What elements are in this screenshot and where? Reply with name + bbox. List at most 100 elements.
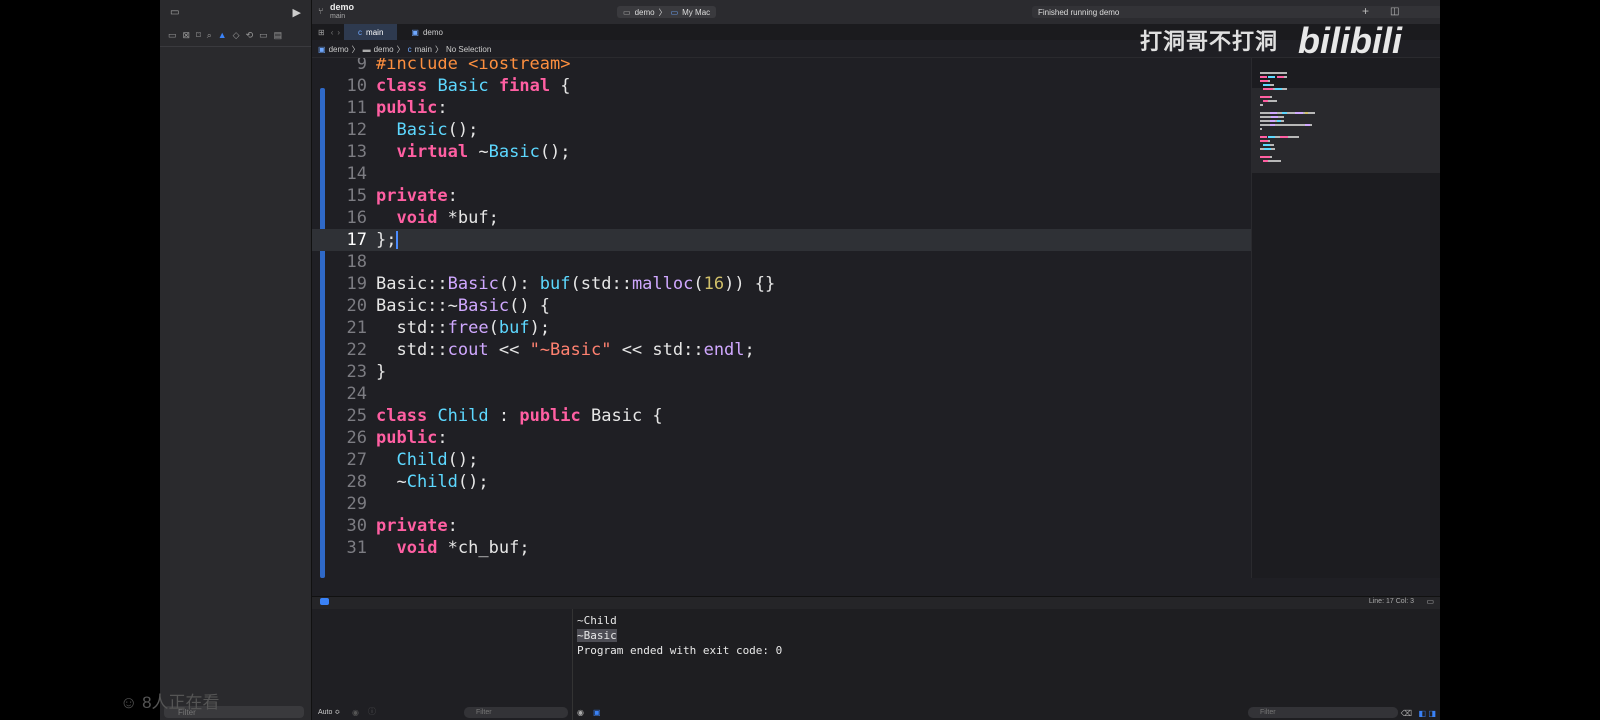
code-line[interactable]: 28 ~Child(); xyxy=(312,471,1251,493)
run-button[interactable]: ▶ xyxy=(293,6,301,19)
navigator-selector: ▭ ⊠ ⌑ ⌕ ▲ ◇ ⟲ ▭ ▤ xyxy=(160,24,311,47)
minimap-token xyxy=(1282,88,1287,90)
code-line[interactable]: 24 xyxy=(312,383,1251,405)
minimap-token xyxy=(1292,124,1305,126)
scheme-selector[interactable]: ▭ demo 〉 ▭ My Mac xyxy=(617,6,717,18)
code-line[interactable]: 10 class Basic final { xyxy=(312,75,1251,97)
eye-icon[interactable]: ◉ xyxy=(577,708,584,717)
minimap-token xyxy=(1268,160,1281,162)
code-line[interactable]: 16 void *buf; xyxy=(312,207,1251,229)
code-line[interactable]: 21 std::free(buf); xyxy=(312,317,1251,339)
minimap-token xyxy=(1264,148,1272,150)
debug-bar: Line: 17 Col: 3 ▭ xyxy=(312,596,1440,609)
code-line[interactable]: 17}; xyxy=(312,229,1251,251)
breakpoint-icon[interactable]: ▭ xyxy=(259,30,268,41)
code-line[interactable]: 19 Basic::Basic(): buf(std::malloc(16)) {… xyxy=(312,273,1251,295)
minimap-token xyxy=(1268,100,1277,102)
eye-icon[interactable]: ◉ xyxy=(352,708,359,717)
back-icon[interactable]: ‹ xyxy=(331,28,334,37)
split-left-icon[interactable]: ◧ xyxy=(1418,709,1426,718)
variables-mode-select[interactable]: Auto ≎ xyxy=(318,708,340,716)
line-number: 9 xyxy=(356,58,367,74)
code-line[interactable]: 11 public: xyxy=(312,97,1251,119)
bookmark-icon[interactable]: ⌑ xyxy=(196,30,201,41)
line-number: 29 xyxy=(346,494,367,514)
code-text: std::free(buf); xyxy=(376,318,551,338)
add-icon[interactable]: + xyxy=(1362,4,1369,18)
code-line[interactable]: 30 private: xyxy=(312,515,1251,537)
grid-icon[interactable]: ⊞ xyxy=(318,28,325,37)
minimap-token xyxy=(1260,80,1269,82)
code-line[interactable]: 14 xyxy=(312,163,1251,185)
code-line[interactable]: 27 Child(); xyxy=(312,449,1251,471)
code-line[interactable]: 20 Basic::~Basic() { xyxy=(312,295,1251,317)
inspector-toggle-icon[interactable]: ◫ xyxy=(1390,6,1399,17)
line-number: 20 xyxy=(346,296,367,316)
split-right-icon[interactable]: ◨ xyxy=(1428,709,1436,718)
debug-icon[interactable]: ⟲ xyxy=(246,30,254,41)
breadcrumb-folder[interactable]: demo xyxy=(374,45,394,54)
code-line[interactable]: 26 public: xyxy=(312,427,1251,449)
tab-demo-label: demo xyxy=(422,27,443,37)
code-line[interactable]: 23} xyxy=(312,361,1251,383)
minimap-token xyxy=(1288,136,1300,138)
issue-icon[interactable]: ▲ xyxy=(218,30,227,40)
line-number: 30 xyxy=(346,516,367,536)
code-text: private: xyxy=(376,186,458,206)
minimap[interactable] xyxy=(1251,58,1440,578)
source-editor[interactable]: 9 #include <iostream> 10 class Basic final … xyxy=(312,58,1251,578)
variables-filter-field[interactable]: Filter xyxy=(464,707,568,718)
test-icon[interactable]: ◇ xyxy=(233,30,240,41)
info-icon[interactable]: ⓘ xyxy=(368,706,376,717)
console-filter-field[interactable]: Filter xyxy=(1248,707,1398,718)
console-toggle-icon[interactable]: ▭ xyxy=(1426,597,1434,606)
minimap-token xyxy=(1260,72,1287,74)
source-control-icon[interactable]: ⊠ xyxy=(183,30,191,41)
code-line[interactable]: 31 void *ch_buf; xyxy=(312,537,1251,559)
minimap-token xyxy=(1295,112,1304,114)
minimap-token xyxy=(1260,156,1270,158)
code-text: virtual ~Basic(); xyxy=(396,142,571,162)
code-line[interactable]: 15 private: xyxy=(312,185,1251,207)
code-line[interactable]: 29 xyxy=(312,493,1251,515)
line-number: 14 xyxy=(346,164,367,184)
viewers-icon: ☺ xyxy=(120,693,138,712)
sidebar-toggle-icon[interactable]: ▭ xyxy=(170,7,179,18)
clear-icon[interactable]: ▣ xyxy=(593,708,601,717)
breadcrumb-file[interactable]: main xyxy=(415,45,432,54)
code-line[interactable]: 12 Basic(); xyxy=(312,119,1251,141)
code-line[interactable]: 18 xyxy=(312,251,1251,273)
code-text: class Basic final { xyxy=(376,76,571,96)
project-icon: ▣ xyxy=(411,27,419,37)
console-output[interactable]: ~Child ~Basic Program ended with exit co… xyxy=(573,609,1440,720)
code-text: }; xyxy=(376,230,399,250)
code-line[interactable]: 22 std::cout << "~Basic" << std::endl; xyxy=(312,339,1251,361)
breadcrumb-symbol[interactable]: No Selection xyxy=(446,45,491,54)
folder-icon[interactable]: ▭ xyxy=(168,30,177,41)
console-line: ~Basic xyxy=(577,629,617,642)
code-line[interactable]: 9 #include <iostream> xyxy=(312,58,1251,75)
report-icon[interactable]: ▤ xyxy=(274,30,283,41)
breadcrumb-project[interactable]: demo xyxy=(329,45,349,54)
forward-icon[interactable]: › xyxy=(337,28,340,37)
code-text: public: xyxy=(376,98,448,118)
project-title[interactable]: demo main xyxy=(330,3,354,21)
branch-name: main xyxy=(330,13,346,20)
minimap-token xyxy=(1260,124,1270,126)
code-text: Basic::~Basic() { xyxy=(376,296,551,316)
tab-demo[interactable]: ▣ demo xyxy=(397,24,457,40)
code-line[interactable]: 13 virtual ~Basic(); xyxy=(312,141,1251,163)
minimap-token xyxy=(1279,136,1288,138)
code-line[interactable]: 25 class Child : public Basic { xyxy=(312,405,1251,427)
console-line: Program ended with exit code: 0 xyxy=(577,644,783,657)
code-text: } xyxy=(376,362,387,382)
branch-icon: ⑂ xyxy=(318,6,324,16)
debug-area-toggle-icon[interactable] xyxy=(320,598,329,605)
xcode-window: ▭ ▶ ▭ ⊠ ⌑ ⌕ ▲ ◇ ⟲ ▭ ▤ Filter ⑂ demo main… xyxy=(160,0,1440,720)
code-text: Child(); xyxy=(396,450,479,470)
chevron-right-icon: 〉 xyxy=(434,44,443,54)
status-text: Finished running demo xyxy=(1038,7,1120,17)
trash-icon[interactable]: ⌫ xyxy=(1401,709,1412,718)
tab-main[interactable]: c main xyxy=(344,24,398,40)
search-icon[interactable]: ⌕ xyxy=(207,30,212,41)
